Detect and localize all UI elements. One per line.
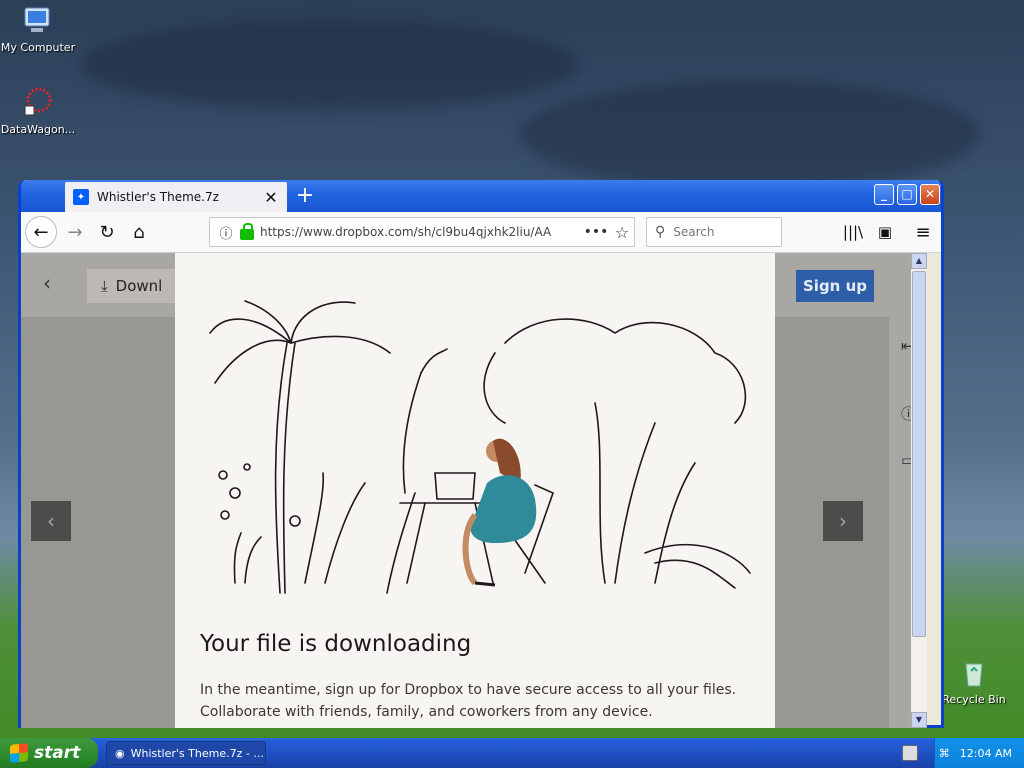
reload-button[interactable]: ↻ xyxy=(95,220,119,244)
scroll-up-icon[interactable]: ▲ xyxy=(911,253,927,269)
page-content: ‹ ⤓ Downl Sign up ? ⇤ ⓘ ▭ ‹ › xyxy=(21,253,927,728)
download-button[interactable]: ⤓ Downl xyxy=(87,269,177,303)
library-icon[interactable]: |||\ xyxy=(841,220,865,244)
vertical-scrollbar[interactable]: ▲ ▼ xyxy=(911,253,927,728)
page-actions-icon[interactable]: ••• xyxy=(582,224,610,240)
desktop-icon-datawagon[interactable]: DataWagon... xyxy=(0,86,78,136)
download-modal: Your file is downloading In the meantime… xyxy=(175,253,775,728)
maximize-button[interactable]: □ xyxy=(897,184,917,205)
signup-button[interactable]: Sign up xyxy=(796,270,874,302)
sidebar-icon[interactable]: ▣ xyxy=(873,220,897,244)
modal-heading: Your file is downloading xyxy=(200,631,472,657)
url-text[interactable]: https://www.dropbox.com/sh/cl9bu4qjxhk2l… xyxy=(260,225,582,239)
desktop-icon-my-computer[interactable]: My Computer xyxy=(0,4,78,54)
scroll-thumb[interactable] xyxy=(912,271,926,637)
datawagon-icon xyxy=(21,86,55,120)
menu-icon[interactable]: ≡ xyxy=(911,220,935,244)
next-file-button[interactable]: › xyxy=(823,501,863,541)
desktop-icon-recycle-bin[interactable]: Recycle Bin xyxy=(934,656,1014,706)
dropbox-favicon-icon: ✦ xyxy=(73,189,89,205)
search-icon: ⚲ xyxy=(655,224,666,240)
start-button[interactable]: start xyxy=(0,738,98,768)
garden-illustration xyxy=(209,300,751,594)
cloud xyxy=(520,80,980,190)
clock: 12:04 AM xyxy=(959,746,1012,760)
previous-file-button[interactable]: ‹ xyxy=(31,501,71,541)
modal-body: In the meantime, sign up for Dropbox to … xyxy=(200,682,737,720)
close-tab-icon[interactable]: ✕ xyxy=(263,188,279,207)
taskbar-item-browser[interactable]: ◉ Whistler's Theme.7z - ... xyxy=(106,741,266,765)
navigation-bar: ← → ↻ ⌂ ⓘ https://www.dropbox.com/sh/cl9… xyxy=(21,212,941,253)
cloud xyxy=(80,20,580,110)
tab-active[interactable]: ✦ Whistler's Theme.7z ✕ xyxy=(65,182,287,212)
bookmark-star-icon[interactable]: ☆ xyxy=(610,223,634,242)
system-tray: ⌘ 12:04 AM xyxy=(934,738,1024,768)
search-input[interactable] xyxy=(671,224,772,240)
home-button[interactable]: ⌂ xyxy=(127,220,151,244)
close-window-button[interactable]: ✕ xyxy=(920,184,940,205)
url-bar[interactable]: ⓘ https://www.dropbox.com/sh/cl9bu4qjxhk… xyxy=(209,217,635,247)
windows-logo-icon xyxy=(10,743,28,763)
recycle-bin-icon xyxy=(957,656,991,690)
page-back-icon[interactable]: ‹ xyxy=(43,271,51,295)
keyboard-icon[interactable] xyxy=(902,745,918,761)
info-icon[interactable]: ⓘ xyxy=(216,223,236,242)
new-tab-button[interactable]: + xyxy=(293,184,317,208)
titlebar: ✦ Whistler's Theme.7z ✕ + _ □ ✕ xyxy=(21,180,941,212)
lock-icon xyxy=(240,222,254,240)
taskbar: start ◉ Whistler's Theme.7z - ... ⌘ 12:0… xyxy=(0,738,1024,768)
download-icon: ⤓ xyxy=(101,277,108,295)
minimize-button[interactable]: _ xyxy=(874,184,894,205)
back-button[interactable]: ← xyxy=(25,216,57,248)
search-bar[interactable]: ⚲ xyxy=(646,217,782,247)
computer-icon xyxy=(21,4,55,38)
browser-window: ✦ Whistler's Theme.7z ✕ + _ □ ✕ ← → ↻ ⌂ … xyxy=(18,180,944,728)
network-icon[interactable]: ⌘ xyxy=(939,747,950,760)
firefox-icon: ◉ xyxy=(115,746,125,760)
scroll-down-icon[interactable]: ▼ xyxy=(911,712,927,728)
forward-button[interactable]: → xyxy=(63,220,87,244)
